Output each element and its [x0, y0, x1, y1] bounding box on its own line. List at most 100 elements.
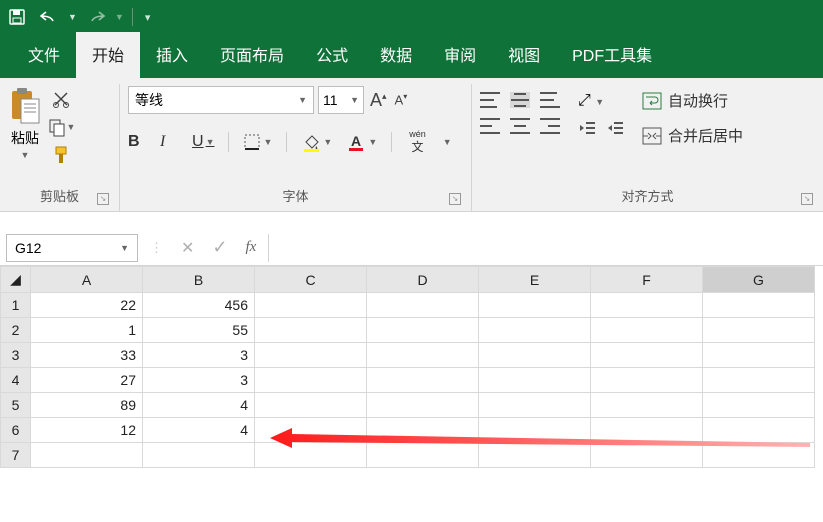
cell[interactable] [591, 368, 703, 393]
font-color-button[interactable]: A▼ [346, 132, 377, 152]
row-header[interactable]: 1 [1, 293, 31, 318]
cell[interactable]: 456 [143, 293, 255, 318]
decrease-font-icon[interactable]: A▾ [393, 92, 410, 107]
cell[interactable]: 12 [31, 418, 143, 443]
redo-icon[interactable] [83, 4, 109, 30]
cell[interactable] [591, 293, 703, 318]
alignment-launcher-icon[interactable]: ↘ [801, 193, 813, 205]
col-header-D[interactable]: D [367, 267, 479, 293]
font-launcher-icon[interactable]: ↘ [449, 193, 461, 205]
font-size-select[interactable]: 11▼ [318, 86, 364, 114]
select-all-corner[interactable]: ◢ [1, 267, 31, 293]
row-header[interactable]: 7 [1, 443, 31, 468]
cell[interactable] [255, 343, 367, 368]
accept-formula-icon[interactable]: ✓ [212, 237, 227, 258]
cell[interactable] [255, 393, 367, 418]
col-header-A[interactable]: A [31, 267, 143, 293]
tab-data[interactable]: 数据 [364, 32, 428, 78]
cell[interactable] [367, 393, 479, 418]
cell[interactable] [367, 318, 479, 343]
increase-indent-icon[interactable] [606, 120, 624, 139]
cell[interactable]: 27 [31, 368, 143, 393]
cell[interactable]: 4 [143, 393, 255, 418]
cell[interactable] [255, 293, 367, 318]
cell[interactable]: 33 [31, 343, 143, 368]
bold-button[interactable]: B [128, 133, 146, 151]
cell[interactable] [479, 418, 591, 443]
col-header-C[interactable]: C [255, 267, 367, 293]
paste-dropdown-icon[interactable]: ▼ [21, 150, 30, 160]
col-header-G[interactable]: G [703, 267, 815, 293]
orientation-icon[interactable]: ⤢ ▼ [578, 92, 604, 110]
col-header-B[interactable]: B [143, 267, 255, 293]
cell[interactable] [479, 293, 591, 318]
decrease-indent-icon[interactable] [578, 120, 596, 139]
cell[interactable] [703, 368, 815, 393]
col-header-E[interactable]: E [479, 267, 591, 293]
tab-file[interactable]: 文件 [12, 32, 76, 78]
cell[interactable] [31, 443, 143, 468]
save-icon[interactable] [4, 4, 30, 30]
phonetic-dropdown-icon[interactable]: ▼ [443, 137, 452, 147]
undo-dropdown-icon[interactable]: ▼ [68, 12, 77, 22]
cut-icon[interactable] [46, 88, 76, 110]
paste-icon[interactable] [8, 86, 42, 126]
cell[interactable] [255, 368, 367, 393]
row-header[interactable]: 5 [1, 393, 31, 418]
align-middle-icon[interactable] [510, 92, 530, 108]
cancel-formula-icon[interactable]: ✕ [181, 238, 194, 258]
cell[interactable]: 3 [143, 368, 255, 393]
tab-home[interactable]: 开始 [76, 32, 140, 78]
tab-layout[interactable]: 页面布局 [204, 32, 300, 78]
qat-customize-icon[interactable]: ▾ [141, 11, 151, 24]
align-left-icon[interactable] [480, 118, 500, 134]
cell[interactable] [703, 443, 815, 468]
formula-input[interactable] [268, 234, 823, 262]
tab-insert[interactable]: 插入 [140, 32, 204, 78]
cell[interactable] [479, 318, 591, 343]
cell[interactable] [479, 393, 591, 418]
worksheet-grid[interactable]: ◢ A B C D E F G 122456 2155 3333 4273 58… [0, 266, 823, 468]
row-header[interactable]: 2 [1, 318, 31, 343]
cell[interactable]: 4 [143, 418, 255, 443]
cell[interactable] [703, 343, 815, 368]
cell[interactable] [591, 343, 703, 368]
cell[interactable]: 3 [143, 343, 255, 368]
format-painter-icon[interactable] [46, 144, 76, 166]
fill-color-button[interactable]: ▼ [301, 132, 332, 152]
tab-view[interactable]: 视图 [492, 32, 556, 78]
row-header[interactable]: 3 [1, 343, 31, 368]
cell[interactable] [367, 293, 479, 318]
increase-font-icon[interactable]: A▴ [368, 90, 389, 111]
redo-dropdown-icon[interactable]: ▼ [115, 12, 124, 22]
tab-review[interactable]: 审阅 [428, 32, 492, 78]
underline-button[interactable]: U ▼ [192, 133, 214, 151]
cell[interactable] [703, 318, 815, 343]
row-header[interactable]: 4 [1, 368, 31, 393]
cell[interactable] [255, 443, 367, 468]
cell[interactable] [479, 343, 591, 368]
cell[interactable] [591, 318, 703, 343]
align-top-icon[interactable] [480, 92, 500, 108]
merge-center-button[interactable]: 合并后居中 [642, 125, 743, 146]
cell[interactable] [591, 443, 703, 468]
phonetic-button[interactable]: wén文 [406, 128, 429, 155]
border-button[interactable]: ▼ [243, 133, 272, 151]
cell[interactable]: 89 [31, 393, 143, 418]
formula-dots-icon[interactable]: ⋮ [150, 240, 163, 256]
cell[interactable]: 1 [31, 318, 143, 343]
wrap-text-button[interactable]: 自动换行 [642, 90, 743, 111]
cell[interactable] [367, 443, 479, 468]
font-name-select[interactable]: 等线▼ [128, 86, 314, 114]
col-header-F[interactable]: F [591, 267, 703, 293]
align-bottom-icon[interactable] [540, 92, 560, 108]
cell[interactable] [479, 443, 591, 468]
cell[interactable] [255, 418, 367, 443]
cell[interactable] [367, 368, 479, 393]
tab-formulas[interactable]: 公式 [300, 32, 364, 78]
cell[interactable]: 22 [31, 293, 143, 318]
cell[interactable] [703, 418, 815, 443]
cell[interactable] [703, 393, 815, 418]
tab-pdf[interactable]: PDF工具集 [556, 32, 668, 78]
cell[interactable] [591, 418, 703, 443]
